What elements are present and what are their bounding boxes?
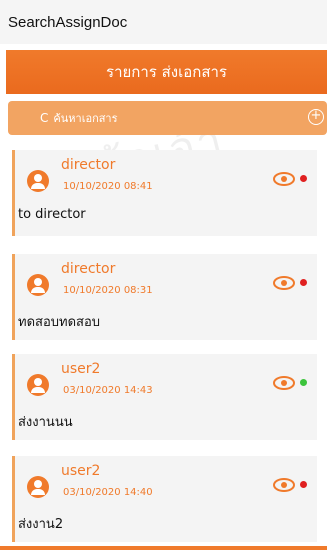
eye-icon[interactable] — [273, 172, 295, 186]
list-item[interactable]: director 10/10/2020 08:41 to director — [12, 150, 317, 236]
message-text: to director — [18, 207, 86, 222]
app-bar: SearchAssignDoc — [0, 0, 327, 44]
sender-name: user2 — [61, 361, 101, 377]
list-item[interactable]: director 10/10/2020 08:31 ทดสอบทดสอบ — [12, 254, 317, 340]
status-dot — [300, 175, 307, 182]
app-title: SearchAssignDoc — [8, 13, 128, 31]
timestamp: 10/10/2020 08:41 — [63, 181, 153, 192]
eye-icon[interactable] — [273, 376, 295, 390]
message-text: ส่งงานนน — [18, 415, 73, 430]
user-avatar-icon — [27, 374, 49, 396]
bottom-edge-bar — [0, 546, 327, 550]
search-input[interactable]: ค้นหาเอกสาร — [53, 109, 117, 127]
status-dot — [300, 481, 307, 488]
user-avatar-icon — [27, 274, 49, 296]
page-header: รายการ ส่งเอกสาร — [6, 50, 327, 94]
message-text: ทดสอบทดสอบ — [18, 315, 101, 330]
eye-icon[interactable] — [273, 478, 295, 492]
eye-icon[interactable] — [273, 276, 295, 290]
list-item[interactable]: user2 03/10/2020 14:43 ส่งงานนน — [12, 354, 317, 440]
user-avatar-icon — [27, 170, 49, 192]
page-title: รายการ ส่งเอกสาร — [106, 63, 227, 81]
sender-name: director — [61, 157, 116, 173]
list-item[interactable]: user2 03/10/2020 14:40 ส่งงาน2 — [12, 456, 317, 542]
status-dot — [300, 279, 307, 286]
search-bar[interactable]: C ค้นหาเอกสาร + — [8, 101, 327, 135]
add-circle-icon[interactable]: + — [308, 109, 324, 125]
timestamp: 03/10/2020 14:43 — [63, 385, 153, 396]
refresh-icon[interactable]: C — [40, 111, 48, 125]
timestamp: 10/10/2020 08:31 — [63, 285, 153, 296]
sender-name: user2 — [61, 463, 101, 479]
message-text: ส่งงาน2 — [18, 517, 64, 532]
status-dot — [300, 379, 307, 386]
timestamp: 03/10/2020 14:40 — [63, 487, 153, 498]
user-avatar-icon — [27, 476, 49, 498]
sender-name: director — [61, 261, 116, 277]
